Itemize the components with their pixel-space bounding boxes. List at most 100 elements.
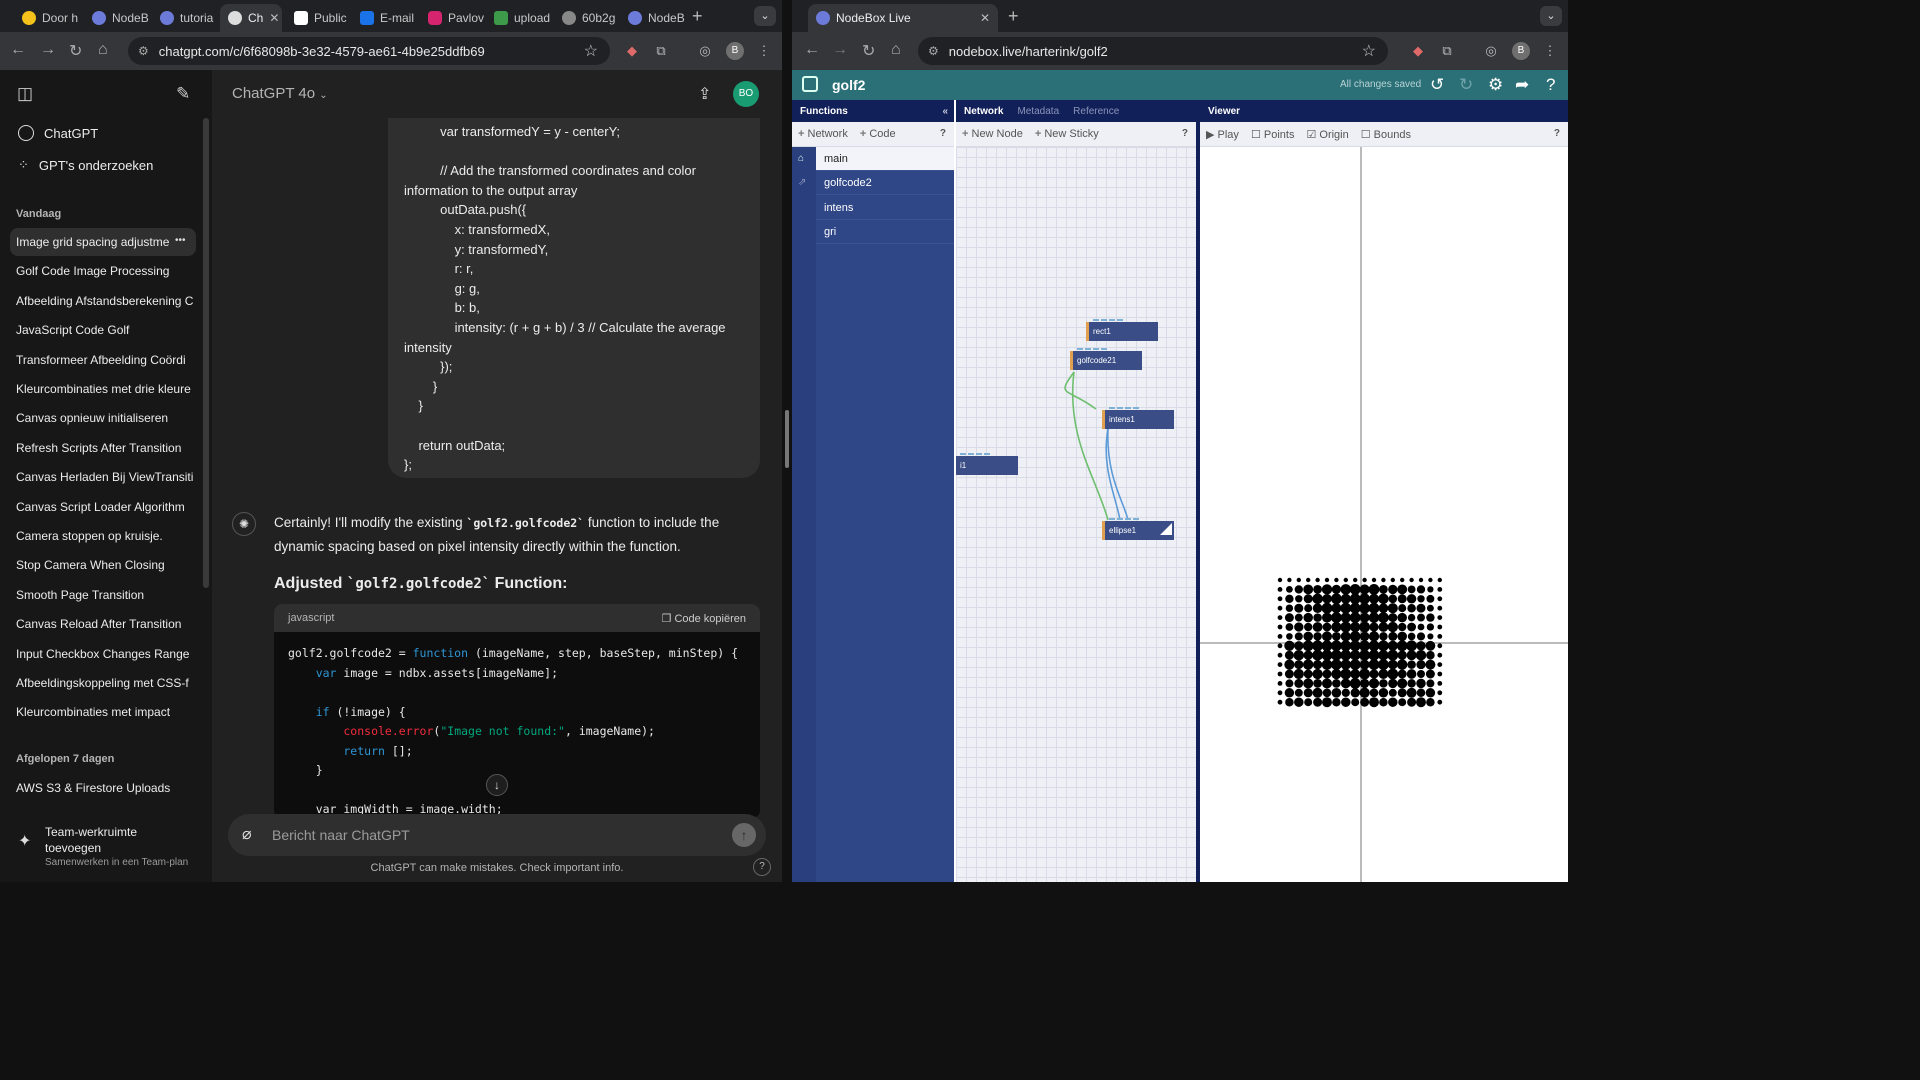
history-item[interactable]: Canvas opnieuw initialiseren (10, 404, 196, 432)
tab-search-icon[interactable]: ⌄ (754, 6, 776, 26)
browser-tab[interactable]: NodeB (620, 4, 686, 32)
history-item[interactable]: Kleurcombinaties met drie kleure (10, 375, 196, 403)
function-item-intens[interactable]: intens (816, 196, 954, 220)
sidebar-item-explore-gpts[interactable]: ⁘ GPT's onderzoeken (10, 150, 196, 180)
sidebar-item-chatgpt[interactable]: ChatGPT (10, 118, 196, 148)
user-avatar[interactable]: BO (733, 81, 759, 107)
history-item[interactable]: Canvas Herladen Bij ViewTransiti (10, 463, 196, 491)
node-golfcode21[interactable]: golfcode21 (1070, 348, 1142, 370)
history-item[interactable]: Input Checkbox Changes Range (10, 640, 196, 668)
history-item[interactable]: Golf Code Image Processing (10, 257, 196, 285)
bounds-toggle[interactable]: ☐ Bounds (1361, 128, 1411, 141)
profile-avatar[interactable]: B (1512, 42, 1530, 60)
browser-tab[interactable]: Door h (14, 4, 84, 32)
home-icon[interactable]: ⌂ (798, 153, 804, 164)
sidebar-scrollbar[interactable] (203, 118, 209, 588)
viewer-help-button[interactable]: ? (1554, 128, 1560, 139)
node-intens1[interactable]: intens1 (1102, 407, 1174, 429)
history-item[interactable]: Afbeeldingskoppeling met CSS-f (10, 669, 196, 697)
browser-tab[interactable]: 60b2g (554, 4, 618, 32)
add-network-button[interactable]: + Network (798, 128, 848, 140)
history-item[interactable]: Camera stoppen op kruisje. (10, 522, 196, 550)
site-info-icon[interactable]: ⚙ (928, 44, 939, 58)
forward-icon[interactable]: → (40, 41, 56, 59)
add-code-button[interactable]: + Code (860, 128, 896, 140)
nodebox-logo-icon[interactable] (802, 76, 818, 92)
extensions-icon[interactable]: ⧉ (653, 43, 669, 59)
browser-menu-icon[interactable]: ⋮ (1542, 43, 1558, 59)
history-item[interactable]: Stop Camera When Closing (10, 551, 196, 579)
model-selector[interactable]: ChatGPT 4o ⌄ (232, 85, 328, 102)
scroll-down-button[interactable]: ↓ (486, 774, 508, 796)
address-bar[interactable]: ⚙ chatgpt.com/c/6f68098b-3e32-4579-ae61-… (128, 37, 610, 65)
share-icon[interactable]: ⇪ (698, 84, 711, 104)
browser-tab[interactable]: Pavlov (420, 4, 486, 32)
node-rect1[interactable]: rect1 (1086, 319, 1158, 341)
viewer-canvas[interactable] (1200, 147, 1568, 882)
points-toggle[interactable]: ☐ Points (1251, 128, 1295, 141)
new-tab-icon[interactable]: + (692, 6, 703, 27)
tab-metadata[interactable]: Metadata (1017, 106, 1059, 117)
browser-menu-icon[interactable]: ⋮ (756, 43, 772, 59)
browser-tab-active[interactable]: NodeBox Live ✕ (808, 4, 998, 32)
history-item[interactable]: Kleurcombinaties met impact (10, 698, 196, 726)
close-tab-icon[interactable]: ✕ (269, 11, 279, 25)
color-extension-icon[interactable]: ◆ (624, 43, 640, 59)
help-icon[interactable]: ? (1546, 75, 1555, 95)
browser-tab[interactable]: NodeB (84, 4, 152, 32)
browser-tab-active[interactable]: Ch ✕ (220, 4, 282, 32)
new-chat-icon[interactable]: ✎ (176, 84, 190, 104)
history-item[interactable]: Refresh Scripts After Transition (10, 434, 196, 462)
sidebar-toggle-icon[interactable]: ◫ (17, 84, 33, 104)
collapse-icon[interactable]: « (942, 106, 948, 117)
back-icon[interactable]: ← (10, 41, 26, 59)
split-resize-handle[interactable] (785, 410, 789, 468)
forward-icon[interactable]: → (832, 41, 848, 59)
back-icon[interactable]: ← (804, 41, 820, 59)
close-tab-icon[interactable]: ✕ (980, 11, 990, 25)
history-item[interactable]: Canvas Script Loader Algorithm (10, 493, 196, 521)
history-item[interactable]: Smooth Page Transition (10, 581, 196, 609)
browser-tab[interactable]: E-mail (352, 4, 418, 32)
browser-tab[interactable]: Public (286, 4, 352, 32)
history-item[interactable]: Canvas Reload After Transition (10, 610, 196, 638)
performance-icon[interactable]: ◎ (697, 43, 713, 59)
color-extension-icon[interactable]: ◆ (1410, 43, 1426, 59)
copy-code-button[interactable]: ❐ Code kopiëren (662, 612, 747, 625)
network-help-button[interactable]: ? (1182, 128, 1188, 139)
network-canvas[interactable]: rect1 golfcode21 intens1 i1 ellipse1 (956, 147, 1196, 882)
home-icon[interactable]: ⌂ (891, 41, 901, 59)
bookmark-star-icon[interactable]: ☆ (584, 41, 598, 61)
attach-paperclip-icon[interactable]: ⌀ (242, 824, 252, 844)
bookmark-star-icon[interactable]: ☆ (1362, 41, 1376, 61)
address-bar[interactable]: ⚙ nodebox.live/harterink/golf2 ☆ (918, 37, 1388, 65)
home-icon[interactable]: ⌂ (98, 41, 108, 59)
extensions-icon[interactable]: ⧉ (1439, 43, 1455, 59)
history-item[interactable]: JavaScript Code Golf (10, 316, 196, 344)
performance-icon[interactable]: ◎ (1483, 43, 1499, 59)
history-item[interactable]: Afbeelding Afstandsberekening C (10, 287, 196, 315)
tab-search-icon[interactable]: ⌄ (1540, 6, 1562, 26)
reload-icon[interactable]: ↻ (862, 41, 875, 61)
message-input[interactable] (272, 814, 712, 856)
external-link-icon[interactable]: ⇗ (798, 177, 806, 188)
undo-icon[interactable]: ↺ (1430, 75, 1444, 95)
origin-toggle[interactable]: ☑ Origin (1306, 128, 1348, 141)
history-item[interactable]: AWS S3 & Firestore Uploads (10, 774, 196, 802)
site-info-icon[interactable]: ⚙ (138, 44, 149, 58)
function-item-golfcode2[interactable]: golfcode2 (816, 171, 954, 195)
help-button[interactable]: ? (753, 858, 771, 876)
share-arrow-icon[interactable]: ➦ (1515, 75, 1529, 95)
function-item-gri[interactable]: gri (816, 220, 954, 244)
browser-tab[interactable]: upload (486, 4, 552, 32)
redo-icon[interactable]: ↻ (1459, 75, 1473, 95)
send-button[interactable]: ↑ (732, 823, 756, 847)
node-partial[interactable]: i1 (956, 453, 1018, 475)
new-node-button[interactable]: + New Node (962, 128, 1023, 140)
new-tab-icon[interactable]: + (1008, 6, 1019, 27)
history-item[interactable]: Image grid spacing adjustme (10, 228, 196, 256)
more-options-icon[interactable]: ••• (175, 235, 186, 246)
reload-icon[interactable]: ↻ (69, 41, 82, 61)
functions-help-button[interactable]: ? (940, 128, 946, 139)
tab-reference[interactable]: Reference (1073, 106, 1119, 117)
